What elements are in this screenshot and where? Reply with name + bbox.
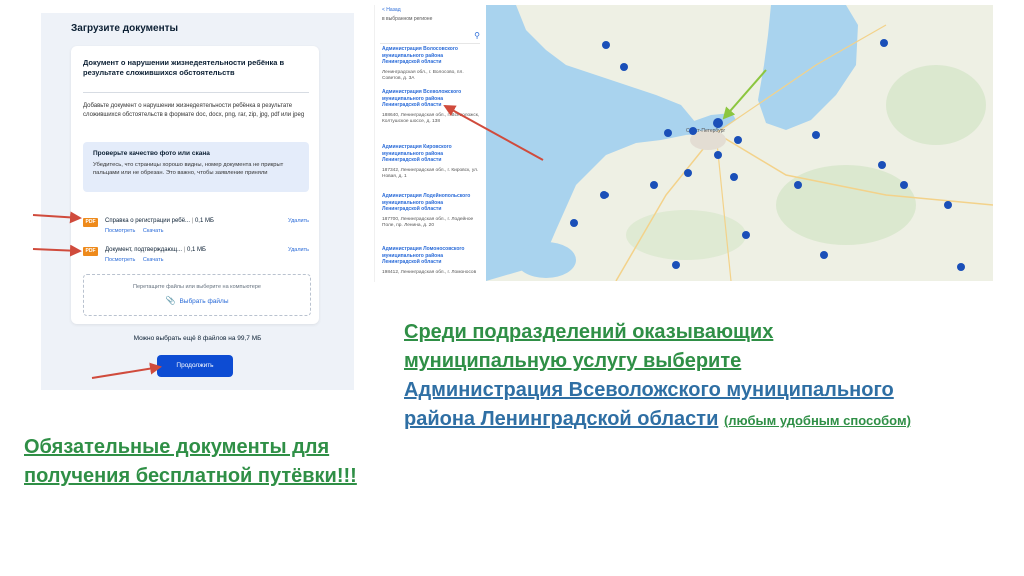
right-caption: Среди подразделений оказывающих муниципа… bbox=[404, 318, 1004, 435]
caption-note: (любым удобным способом) bbox=[723, 413, 911, 428]
caption-line: Администрация Всеволожского муниципально… bbox=[404, 379, 894, 401]
caption-line: получения бесплатной путёвки!!! bbox=[24, 465, 357, 487]
red-arrow bbox=[443, 105, 544, 161]
green-arrow bbox=[722, 69, 767, 120]
caption-line: Среди подразделений оказывающих bbox=[404, 321, 774, 343]
red-arrow bbox=[91, 362, 162, 379]
red-arrow bbox=[32, 211, 82, 224]
caption-line: района Ленинградской области bbox=[404, 408, 719, 430]
caption-line: муниципальную услугу выберите bbox=[404, 350, 742, 372]
caption-line: Обязательные документы для bbox=[24, 436, 330, 458]
left-caption: Обязательные документы для получения бес… bbox=[24, 433, 404, 491]
red-arrow bbox=[32, 244, 82, 257]
